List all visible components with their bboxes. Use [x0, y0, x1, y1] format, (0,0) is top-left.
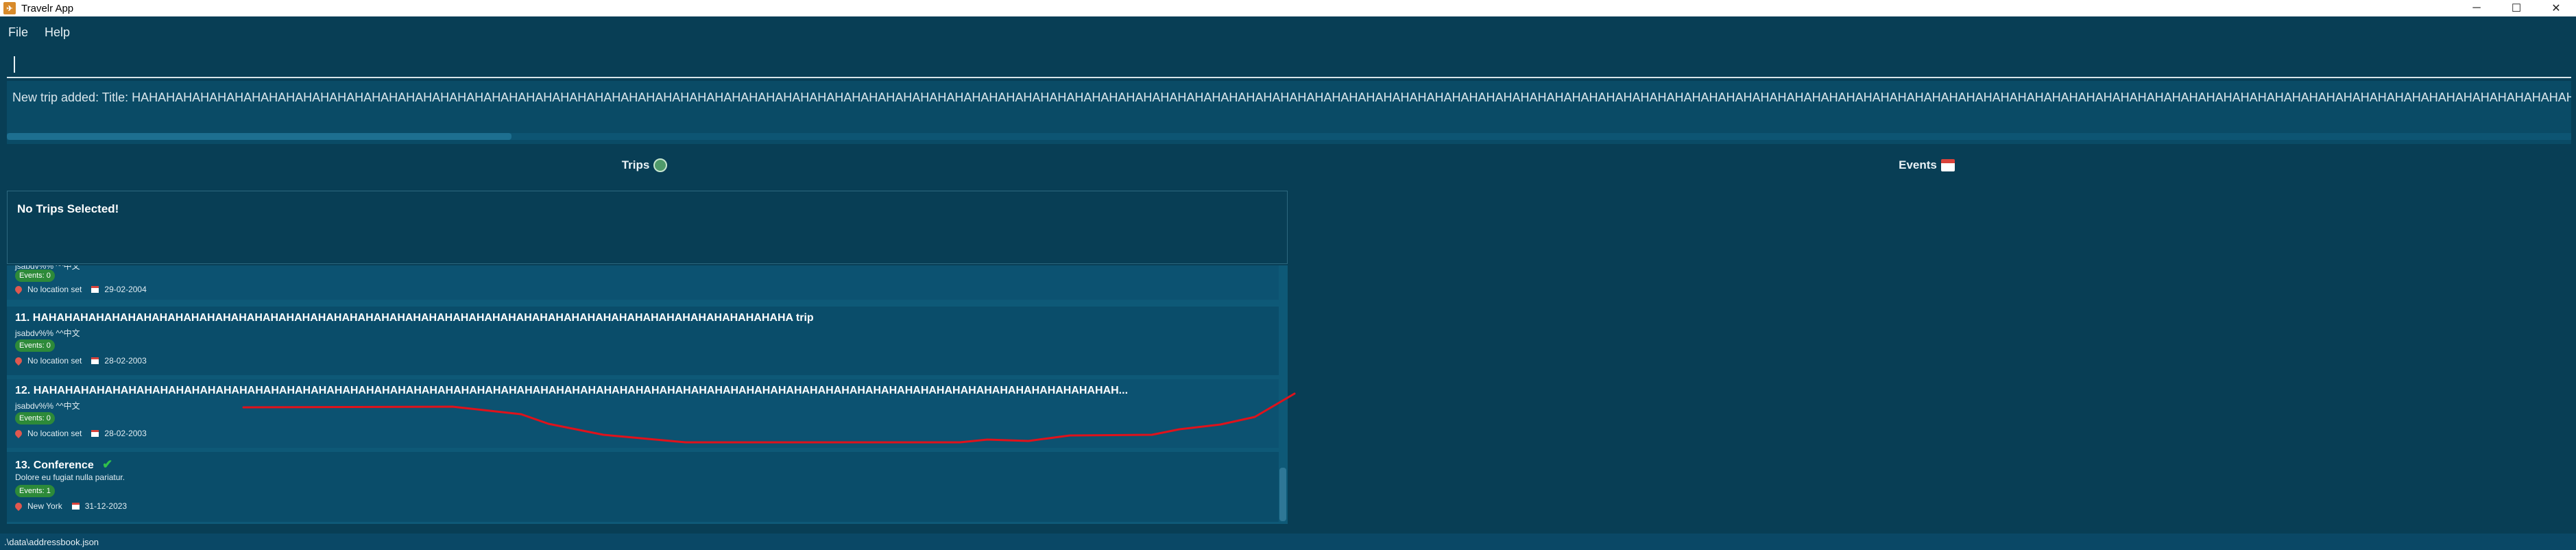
trip-meta: New York 31-12-2023: [13, 501, 128, 512]
vertical-scroll-thumb[interactable]: [1279, 468, 1286, 521]
events-count-badge: Events: 0: [15, 412, 55, 425]
maximize-icon[interactable]: ☐: [2496, 0, 2536, 16]
result-text: New trip added: Title: HAHAHAHAHAHAHAHAH…: [12, 91, 2571, 104]
storage-path: .\data\addressbook.json: [4, 536, 99, 547]
vertical-scrollbar[interactable]: [1279, 265, 1286, 524]
horizontal-scrollbar[interactable]: [7, 133, 2571, 140]
trip-title-text: 13. Conference: [15, 459, 94, 471]
trip-date: 29-02-2004: [104, 285, 147, 294]
calendar-icon: [91, 430, 99, 437]
trip-location: No location set: [27, 356, 82, 366]
trip-description: jsabdv%% ^^中文: [15, 401, 80, 411]
trip-card[interactable]: jsabdv%% ^^中文 Events: 0 No location set …: [7, 265, 1279, 300]
trip-detail-panel: No Trips Selected!: [7, 191, 1288, 264]
no-trip-selected-text: No Trips Selected!: [17, 202, 119, 215]
minimize-icon[interactable]: ─: [2457, 0, 2496, 16]
trip-date: 28-02-2003: [104, 429, 147, 438]
result-display: New trip added: Title: HAHAHAHAHAHAHAHAH…: [7, 81, 2571, 144]
events-count-badge: Events: 1: [15, 485, 55, 497]
trip-card[interactable]: 12. HAHAHAHAHAHAHAHAHAHAHAHAHAHAHAHAHAHA…: [7, 379, 1279, 448]
calendar-icon: [91, 357, 99, 364]
trip-date: 31-12-2023: [84, 501, 128, 511]
trip-card[interactable]: 11. HAHAHAHAHAHAHAHAHAHAHAHAHAHAHAHAHAHA…: [7, 307, 1279, 375]
trip-description: Dolore eu fugiat nulla pariatur.: [15, 473, 125, 482]
window-title: Travelr App: [21, 2, 74, 14]
location-pin-icon: [13, 501, 24, 512]
trip-date: 28-02-2003: [104, 356, 147, 366]
globe-icon: [653, 158, 668, 172]
menu-bar: File Help: [0, 16, 2576, 48]
menu-help[interactable]: Help: [45, 25, 70, 40]
events-label: Events: [1899, 158, 1937, 171]
events-count-badge: Events: 0: [15, 339, 55, 352]
trip-location: No location set: [27, 285, 82, 294]
trip-location: No location set: [27, 429, 82, 438]
app-icon: ✈: [3, 2, 16, 14]
location-pin-icon: [13, 284, 24, 295]
close-icon[interactable]: ✕: [2536, 0, 2576, 16]
events-panel-header: Events: [1289, 155, 2564, 176]
trip-meta: No location set 28-02-2003: [13, 428, 147, 439]
trip-meta: No location set 28-02-2003: [13, 355, 147, 366]
trip-meta: No location set 29-02-2004: [13, 284, 147, 295]
location-pin-icon: [13, 355, 24, 366]
trip-list[interactable]: jsabdv%% ^^中文 Events: 0 No location set …: [7, 265, 1288, 524]
calendar-icon: [1940, 159, 1955, 171]
calendar-icon: [71, 503, 80, 510]
command-input[interactable]: [7, 51, 2571, 77]
trip-title: 12. HAHAHAHAHAHAHAHAHAHAHAHAHAHAHAHAHAHA…: [15, 385, 1129, 396]
trips-label: Trips: [621, 158, 650, 171]
events-count-badge: Events: 0: [15, 270, 55, 282]
checkmark-icon: ✔: [102, 457, 113, 471]
command-box: [7, 51, 2571, 78]
trips-panel-header: Trips: [7, 155, 1282, 176]
trip-title: 11. HAHAHAHAHAHAHAHAHAHAHAHAHAHAHAHAHAHA…: [15, 312, 814, 324]
menu-file[interactable]: File: [8, 25, 28, 40]
title-bar: ✈ Travelr App ─ ☐ ✕: [0, 0, 2576, 16]
horizontal-scroll-thumb[interactable]: [7, 133, 511, 140]
calendar-icon: [91, 286, 99, 293]
trip-description: jsabdv%% ^^中文: [15, 328, 80, 338]
location-pin-icon: [13, 428, 24, 439]
status-bar: .\data\addressbook.json: [0, 534, 2576, 550]
trip-title: 13. Conference ✔: [15, 457, 112, 472]
window-controls: ─ ☐ ✕: [2457, 0, 2576, 16]
text-caret: [14, 56, 15, 73]
trip-card[interactable]: 13. Conference ✔ Dolore eu fugiat nulla …: [7, 452, 1279, 522]
trip-location: New York: [27, 501, 62, 511]
